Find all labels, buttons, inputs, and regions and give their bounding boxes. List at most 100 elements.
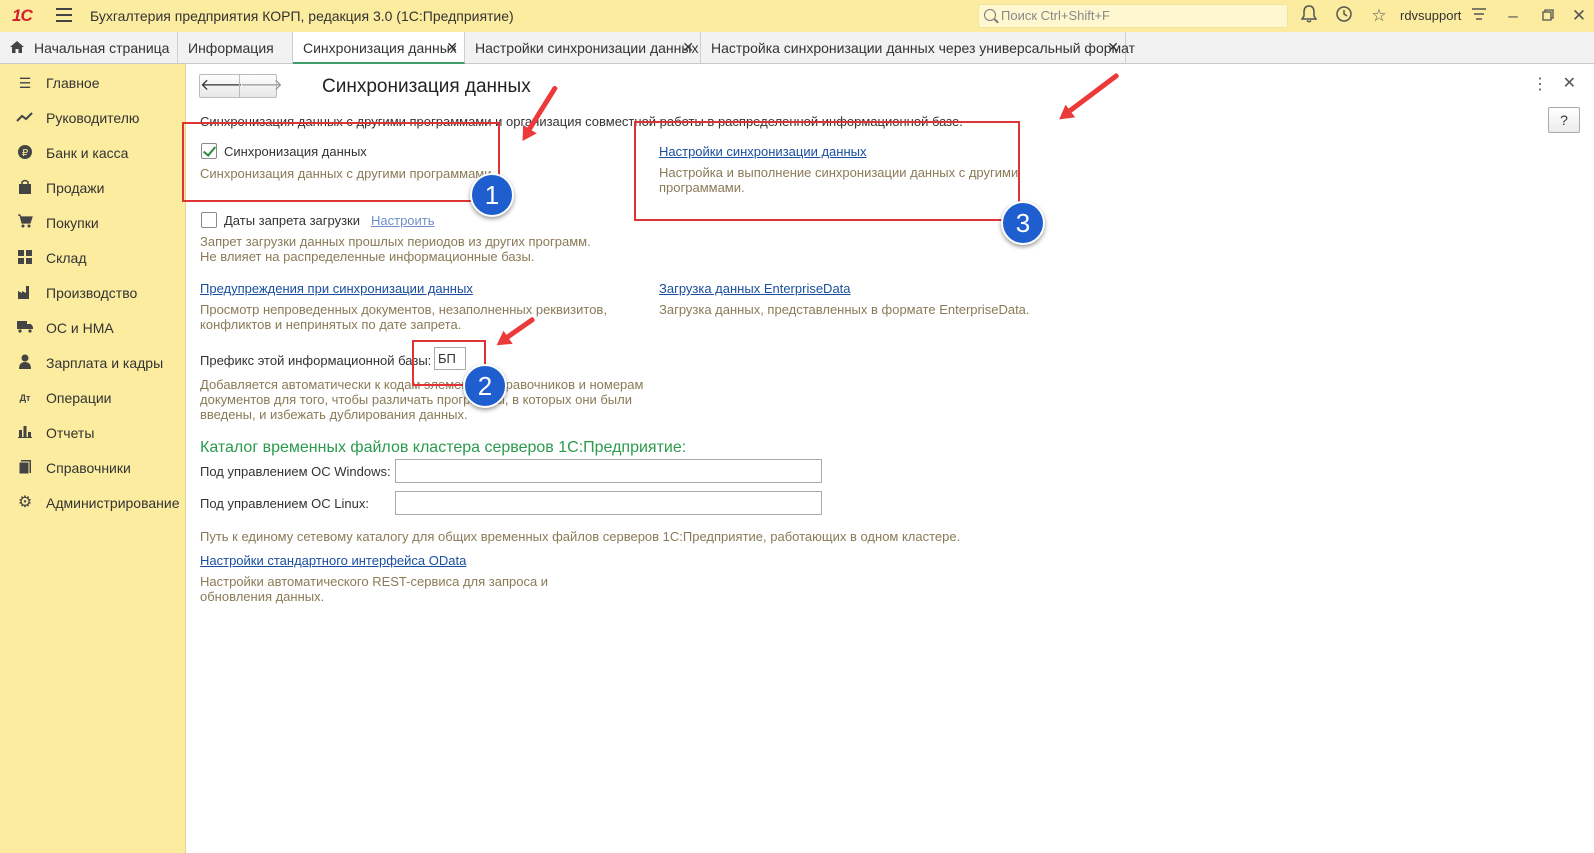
truck-icon (16, 319, 34, 337)
prefix-desc-3: введены, и избежать дублирования данных. (200, 407, 468, 422)
sidebar-item-label: Главное (46, 75, 100, 91)
close-icon[interactable]: ✕ (1107, 39, 1119, 56)
back-arrow-icon[interactable]: 🡐 (200, 75, 243, 97)
ban-dates-label[interactable]: Даты запрета загрузки (224, 213, 360, 228)
close-window-icon[interactable]: ✕ (1568, 5, 1590, 27)
sidebar-item-label: Склад (46, 250, 87, 266)
enterprise-data-desc: Загрузка данных, представленных в формат… (659, 302, 1030, 317)
sidebar-item-purchases[interactable]: Покупки (0, 208, 186, 238)
close-icon[interactable]: ✕ (446, 39, 458, 56)
factory-icon (16, 284, 34, 302)
book-icon (16, 459, 34, 477)
sidebar-item-label: Покупки (46, 215, 99, 231)
linux-label: Под управлением ОС Linux: (200, 496, 369, 511)
sidebar-item-administration[interactable]: ⚙ Администрирование (0, 488, 186, 518)
warnings-link[interactable]: Предупреждения при синхронизации данных (200, 281, 473, 296)
sidebar-item-salary[interactable]: Зарплата и кадры (0, 348, 186, 378)
more-actions-icon[interactable]: ⋮ (1532, 74, 1548, 94)
sidebar-item-manager[interactable]: Руководителю (0, 103, 186, 133)
app-title: Бухгалтерия предприятия КОРП, редакция 3… (90, 8, 514, 24)
sidebar-item-label: ОС и НМА (46, 320, 114, 336)
odata-link[interactable]: Настройки стандартного интерфейса OData (200, 553, 466, 568)
main-menu-icon[interactable] (56, 8, 72, 22)
sidebar-item-label: Руководителю (46, 110, 140, 126)
odata-desc-2: обновления данных. (200, 589, 325, 604)
bar-chart-icon (16, 424, 34, 442)
restore-icon[interactable] (1537, 5, 1559, 27)
home-icon (10, 41, 24, 53)
tab-data-sync[interactable]: Синхронизация данных ✕ (293, 32, 465, 64)
tab-information[interactable]: Информация (178, 32, 293, 64)
warehouse-grid-icon (16, 249, 34, 267)
tabs-bar: Начальная страница Информация Синхрониза… (0, 32, 1594, 64)
annotation-box-1 (182, 122, 500, 202)
cluster-section-title: Каталог временных файлов кластера сервер… (200, 439, 687, 456)
cart-icon (16, 214, 34, 232)
star-icon[interactable]: ☆ (1368, 5, 1390, 27)
shopping-bag-icon (16, 179, 34, 197)
sidebar-item-references[interactable]: Справочники (0, 453, 186, 483)
close-form-icon[interactable]: ✕ (1563, 73, 1576, 93)
sidebar-item-label: Зарплата и кадры (46, 355, 164, 371)
tab-sync-settings[interactable]: Настройки синхронизации данных ✕ (465, 32, 701, 64)
tab-label: Настройка синхронизации данных через уни… (711, 40, 1136, 56)
trend-icon (16, 109, 34, 127)
sidebar-item-label: Администрирование (46, 495, 180, 511)
minimize-icon[interactable]: – (1502, 5, 1524, 27)
tab-label: Настройки синхронизации данных (475, 40, 699, 56)
sidebar-item-assets[interactable]: ОС и НМА (0, 313, 186, 343)
windows-path-input[interactable] (395, 459, 822, 483)
annotation-box-3 (634, 121, 1020, 221)
sidebar-item-label: Операции (46, 390, 112, 406)
gear-icon: ⚙ (17, 494, 33, 511)
sidebar-item-label: Справочники (46, 460, 131, 476)
sidebar-item-label: Отчеты (46, 425, 95, 441)
close-icon[interactable]: ✕ (682, 39, 694, 56)
ruble-coin-icon: ₽ (16, 144, 34, 162)
debit-credit-icon: Дт (19, 393, 31, 403)
ban-dates-desc-1: Запрет загрузки данных прошлых периодов … (200, 234, 591, 249)
history-icon[interactable] (1333, 5, 1355, 27)
annotation-marker-1: 1 (470, 173, 514, 217)
tab-label: Информация (188, 40, 274, 56)
tab-label: Синхронизация данных (303, 40, 457, 56)
tab-label: Начальная страница (34, 40, 170, 56)
sidebar: ☰ Главное Руководителю ₽ Банк и касса Пр… (0, 64, 186, 853)
settings-menu-icon[interactable] (1468, 5, 1490, 27)
linux-path-input[interactable] (395, 491, 822, 515)
nav-buttons: 🡐 🡒 (199, 74, 283, 98)
title-bar: 1С Бухгалтерия предприятия КОРП, редакци… (0, 0, 1594, 32)
sidebar-item-sales[interactable]: Продажи (0, 173, 186, 203)
sidebar-item-main[interactable]: ☰ Главное (0, 68, 186, 98)
search-icon (984, 9, 996, 21)
tab-home[interactable]: Начальная страница (0, 32, 178, 64)
ban-dates-checkbox[interactable] (201, 212, 217, 228)
enterprise-data-link[interactable]: Загрузка данных EnterpriseData (659, 281, 851, 296)
ban-dates-setup-link[interactable]: Настроить (371, 213, 435, 228)
tab-universal-format[interactable]: Настройка синхронизации данных через уни… (701, 32, 1135, 64)
prefix-label: Префикс этой информационной базы: (200, 353, 432, 368)
sidebar-item-operations[interactable]: Дт Операции (0, 383, 186, 413)
sidebar-item-bank[interactable]: ₽ Банк и касса (0, 138, 186, 168)
annotation-marker-3: 3 (1001, 201, 1045, 245)
sidebar-item-production[interactable]: Производство (0, 278, 186, 308)
help-button[interactable]: ? (1548, 107, 1580, 133)
bell-icon[interactable] (1298, 5, 1320, 27)
forward-arrow-icon[interactable]: 🡒 (239, 75, 283, 97)
sidebar-item-reports[interactable]: Отчеты (0, 418, 186, 448)
ban-dates-desc-2: Не влияет на распределенные информационн… (200, 249, 535, 264)
svg-text:₽: ₽ (22, 148, 29, 159)
page-title: Синхронизация данных (322, 76, 531, 97)
menu-lines-icon: ☰ (18, 75, 32, 91)
app-logo: 1С (12, 6, 33, 25)
user-name[interactable]: rdvsupport (1400, 8, 1461, 23)
sidebar-item-warehouse[interactable]: Склад (0, 243, 186, 273)
search-placeholder: Поиск Ctrl+Shift+F (1001, 8, 1110, 23)
cluster-desc: Путь к единому сетевому каталогу для общ… (200, 529, 961, 544)
warnings-desc-2: конфликтов и непринятых по дате запрета. (200, 317, 462, 332)
warnings-desc-1: Просмотр непроведенных документов, незап… (200, 302, 607, 317)
windows-label: Под управлением ОС Windows: (200, 464, 391, 479)
sidebar-item-label: Банк и касса (46, 145, 129, 161)
prefix-desc-2: документов для того, чтобы различать про… (200, 392, 633, 407)
search-input[interactable]: Поиск Ctrl+Shift+F (978, 4, 1288, 28)
